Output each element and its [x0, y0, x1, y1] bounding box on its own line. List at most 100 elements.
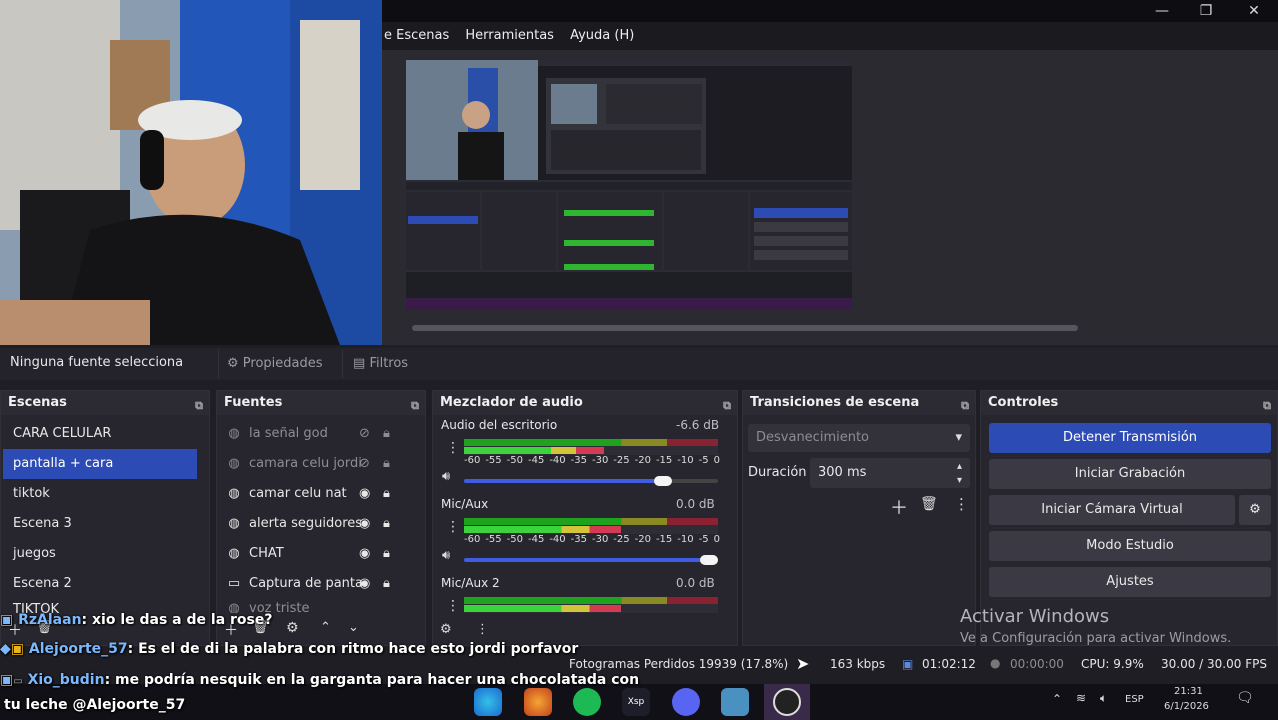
volume-slider[interactable]	[464, 558, 718, 562]
virtual-camera-settings-button[interactable]: ⚙	[1239, 495, 1271, 525]
eye-icon[interactable]: ◉	[359, 479, 370, 509]
maximize-button[interactable]: ❐	[1186, 0, 1226, 22]
lock-icon[interactable]: 🔒︎	[383, 509, 390, 539]
scene-item[interactable]: Escena 3	[3, 509, 197, 539]
speaker-icon[interactable]: 🔊︎	[442, 548, 450, 563]
volume-slider[interactable]	[464, 479, 718, 483]
undock-icon[interactable]: ⧉	[961, 394, 969, 418]
speaker-icon[interactable]: 🔊︎	[442, 469, 450, 484]
transitions-title: Transiciones de escena ⧉	[743, 391, 975, 415]
start-virtual-camera-button[interactable]: Iniciar Cámara Virtual	[989, 495, 1235, 525]
properties-button[interactable]: ⚙ Propiedades	[218, 350, 334, 378]
volume-icon[interactable]: 🔈︎	[1100, 691, 1107, 706]
stop-streaming-button[interactable]: Detener Transmisión	[989, 423, 1271, 453]
preview-horizontal-scrollbar[interactable]	[412, 325, 1078, 331]
channel-menu-icon[interactable]: ⋮	[446, 519, 460, 535]
scene-item[interactable]: tiktok	[3, 479, 197, 509]
volume-slider-handle[interactable]	[700, 555, 718, 565]
source-item[interactable]: ◍ alerta seguidores ◉ 🔒︎	[217, 509, 425, 539]
obs-window: — ❐ ✕ e Escenas Herramientas Ayuda (H) N…	[0, 0, 1278, 720]
eye-icon[interactable]: ◉	[359, 569, 370, 599]
meter-tick-label: -50	[506, 455, 523, 466]
menu-tools[interactable]: Herramientas	[459, 22, 560, 43]
chat-badge-icon: ◆	[0, 641, 11, 657]
source-item[interactable]: ◍ camar celu nat ◉ 🔒︎	[217, 479, 425, 509]
hidden-eye-icon[interactable]: ⊘	[359, 419, 370, 449]
chat-badge-icon: ▭	[13, 676, 23, 687]
chat-message: ▣ RzAlaan: xio le das a de la rose?	[0, 612, 273, 628]
move-down-icon[interactable]: ⌄	[348, 620, 359, 635]
source-toolbar: Ninguna fuente selecciona	[0, 348, 1278, 380]
clock-time[interactable]: 21:31	[1174, 686, 1203, 697]
source-settings-gear-icon[interactable]: ⚙	[286, 620, 299, 636]
lock-icon[interactable]: 🔒︎	[383, 449, 390, 479]
move-up-icon[interactable]: ⌃	[320, 620, 331, 635]
start-recording-button[interactable]: Iniciar Grabación	[989, 459, 1271, 489]
chat-message-continuation: tu leche @Alejoorte_57	[4, 697, 185, 713]
minimize-button[interactable]: —	[1142, 0, 1182, 22]
settings-button[interactable]: Ajustes	[989, 567, 1271, 597]
lock-icon[interactable]: 🔒︎	[383, 539, 390, 569]
scene-item[interactable]: CARA CELULAR	[3, 419, 197, 449]
studio-mode-button[interactable]: Modo Estudio	[989, 531, 1271, 561]
volume-meter-level	[464, 605, 622, 612]
source-item[interactable]: ◍ voz triste	[217, 599, 425, 613]
gear-icon: ⚙	[227, 356, 239, 371]
channel-name: Audio del escritorio	[441, 418, 558, 432]
undock-icon[interactable]: ⧉	[1263, 394, 1271, 418]
chevron-up-icon[interactable]: ⌃	[1052, 692, 1062, 706]
source-item[interactable]: ▭ Captura de panta ◉ 🔒︎	[217, 569, 425, 599]
lock-icon[interactable]: 🔒︎	[383, 479, 390, 509]
meter-tick-label: -55	[485, 534, 502, 545]
undock-icon[interactable]: ⧉	[411, 394, 419, 418]
remove-transition-icon[interactable]: 🗑︎	[920, 496, 938, 512]
scene-item[interactable]: juegos	[3, 539, 197, 569]
meter-tick-label: -30	[591, 534, 609, 545]
discord-icon[interactable]	[672, 688, 700, 716]
mixer-advanced-gear-icon[interactable]: ⚙	[440, 622, 452, 637]
mixer-menu-icon[interactable]: ⋮	[476, 622, 489, 637]
meter-tick-label: -35	[570, 534, 587, 545]
filter-icon: ▤	[353, 356, 366, 371]
meter-tick-label: -20	[634, 455, 651, 466]
filters-button[interactable]: ▤ Filtros	[342, 350, 422, 378]
meter-tick-label: 0	[713, 455, 720, 466]
wifi-icon[interactable]: ≋	[1076, 691, 1086, 705]
close-button[interactable]: ✕	[1234, 0, 1274, 22]
hidden-eye-icon[interactable]: ⊘	[359, 449, 370, 479]
fl-studio-icon[interactable]	[524, 688, 552, 716]
channel-menu-icon[interactable]: ⋮	[446, 598, 460, 614]
scene-item[interactable]: Escena 2	[3, 569, 197, 599]
transition-select[interactable]: Desvanecimiento ▾	[748, 424, 970, 452]
source-item[interactable]: ◍ la señal god ⊘ 🔒︎	[217, 419, 425, 449]
language-indicator[interactable]: ESP	[1125, 694, 1144, 705]
meter-tick-label: -5	[698, 455, 709, 466]
volume-slider-handle[interactable]	[654, 476, 673, 486]
notification-icon[interactable]: 🗨︎	[1236, 690, 1254, 706]
add-transition-icon[interactable]: ＋	[890, 494, 908, 520]
source-item[interactable]: ◍ camara celu jordi ⊘ 🔒︎	[217, 449, 425, 479]
duration-input[interactable]: 300 ms ▴ ▾	[810, 458, 970, 488]
spotify-icon[interactable]	[573, 688, 601, 716]
menu-scenes[interactable]: e Escenas	[382, 22, 455, 43]
chat-text: : xio le das a de la rose?	[81, 612, 273, 628]
clock-date[interactable]: 6/1/2026	[1164, 701, 1209, 712]
chat-badge-icon: ▣	[0, 672, 14, 688]
source-item[interactable]: ◍ CHAT ◉ 🔒︎	[217, 539, 425, 569]
mixer-title: Mezclador de audio ⧉	[433, 391, 737, 415]
channel-menu-icon[interactable]: ⋮	[446, 440, 460, 456]
notepad-icon[interactable]	[721, 688, 749, 716]
lock-icon[interactable]: 🔒︎	[383, 569, 390, 599]
xsplit-icon[interactable]: Xsp	[622, 688, 650, 716]
scene-item-selected[interactable]: pantalla + cara	[3, 449, 197, 479]
eye-icon[interactable]: ◉	[359, 509, 370, 539]
lock-icon[interactable]: 🔒︎	[383, 419, 390, 449]
spin-down-icon[interactable]: ▾	[957, 466, 962, 496]
edge-icon[interactable]	[474, 688, 502, 716]
transition-menu-icon[interactable]: ⋮	[954, 495, 969, 513]
undock-icon[interactable]: ⧉	[723, 394, 731, 418]
chat-badge-icon: ▣	[10, 641, 25, 657]
menu-help[interactable]: Ayuda (H)	[564, 22, 640, 43]
undock-icon[interactable]: ⧉	[195, 394, 203, 418]
eye-icon[interactable]: ◉	[359, 539, 370, 569]
